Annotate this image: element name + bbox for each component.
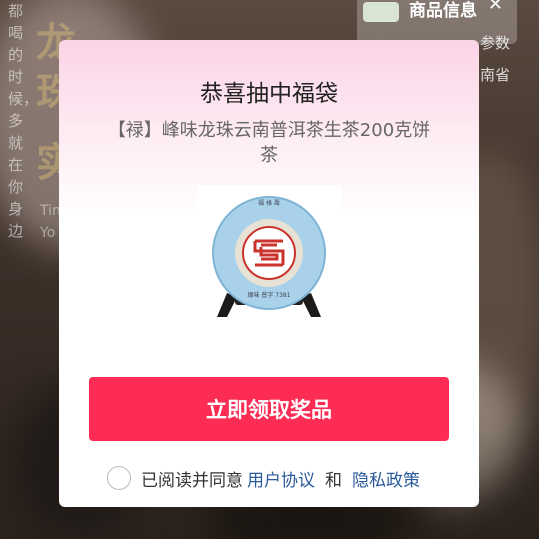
- prize-name: 【禄】峰味龙珠云南普洱茶生茶200克饼茶: [107, 120, 431, 166]
- user-agreement-link[interactable]: 用户协议: [247, 466, 315, 491]
- svg-text:福 祿 壽: 福 祿 壽: [258, 199, 280, 207]
- agreement-conjunction: 和: [325, 470, 342, 491]
- lucky-bag-modal: 恭喜抽中福袋 【禄】峰味龙珠云南普洱茶生茶200克饼茶 福 祿 壽 緣味 普字 …: [59, 40, 479, 507]
- cake-label: 緣味 普字 7381: [247, 291, 290, 299]
- prize-image: 福 祿 壽 緣味 普字 7381: [197, 185, 341, 325]
- agreement-row: 已阅读并同意 用户协议 和 隐私政策: [107, 463, 424, 493]
- product-param-snippet: 参数: [480, 34, 511, 52]
- privacy-policy-link[interactable]: 隐私政策: [352, 466, 420, 491]
- background-vertical-text: 都喝的时候，多就在你身边: [8, 2, 39, 240]
- modal-title: 恭喜抽中福袋: [200, 81, 338, 107]
- close-icon[interactable]: ✕: [488, 0, 503, 15]
- tea-cake-image: 福 祿 壽 緣味 普字 7381: [212, 196, 326, 317]
- agreement-prefix: 已阅读并同意: [141, 470, 243, 491]
- product-province-snippet: 南省: [480, 66, 511, 84]
- product-thumbnail: [363, 2, 399, 22]
- claim-prize-button[interactable]: 立即领取奖品: [89, 377, 449, 441]
- background-side-text: Tin Yo: [40, 203, 61, 241]
- product-info-title: 商品信息: [409, 1, 477, 21]
- agreement-checkbox[interactable]: [107, 466, 131, 490]
